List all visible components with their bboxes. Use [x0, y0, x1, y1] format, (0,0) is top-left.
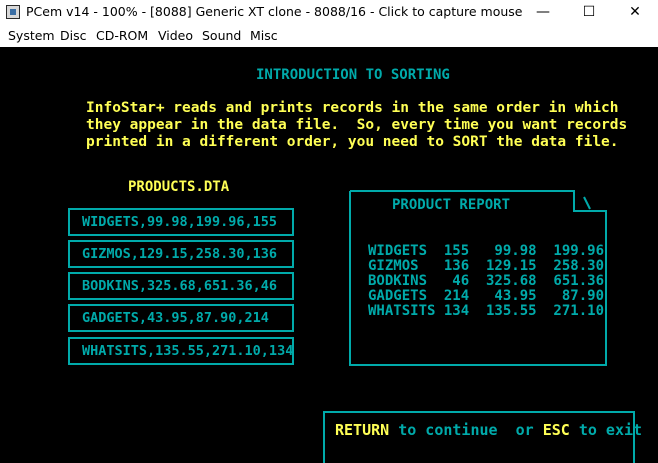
record-text: GADGETS,43.95,87.90,214: [82, 310, 269, 326]
report-row: GADGETS 214 43.95 87.90: [368, 288, 605, 304]
record-text: WIDGETS,99.98,199.96,155: [82, 214, 278, 230]
report-row: WIDGETS 155 99.98 199.96: [368, 243, 605, 259]
report-rows: WIDGETS 155 99.98 199.96 GIZMOS 136 129.1…: [368, 244, 604, 319]
window-title: PCem v14 - 100% - [8088] Generic XT clon…: [26, 4, 523, 19]
footer-instructions: RETURN to continue or ESC to exit: [335, 421, 642, 439]
record-text: WHATSITS,135.55,271.10,134: [82, 343, 294, 359]
intro-text: InfoStar+ reads and prints records in th…: [86, 100, 627, 151]
report-row: GIZMOS 136 129.15 258.30: [368, 258, 605, 274]
menu-disc[interactable]: Disc: [60, 28, 86, 43]
return-key[interactable]: RETURN: [335, 421, 389, 439]
record-box: GADGETS,43.95,87.90,214: [68, 304, 294, 332]
menu-system[interactable]: System: [8, 28, 55, 43]
menu-misc[interactable]: Misc: [250, 28, 278, 43]
title-bar: PCem v14 - 100% - [8088] Generic XT clon…: [0, 0, 658, 25]
record-text: BODKINS,325.68,651.36,46: [82, 278, 278, 294]
intro-line: they appear in the data file. So, every …: [86, 117, 628, 133]
maximize-button[interactable]: ☐: [566, 0, 612, 25]
menu-video[interactable]: Video: [158, 28, 193, 43]
report-row: BODKINS 46 325.68 651.36: [368, 273, 605, 289]
menu-bar: System Disc CD-ROM Video Sound Misc: [0, 25, 658, 46]
record-text: GIZMOS,129.15,258.30,136: [82, 246, 278, 262]
record-box: BODKINS,325.68,651.36,46: [68, 272, 294, 300]
screen-heading: INTRODUCTION TO SORTING: [256, 67, 450, 83]
record-box: GIZMOS,129.15,258.30,136: [68, 240, 294, 268]
app-icon: [6, 5, 20, 19]
minimize-button[interactable]: —: [520, 0, 566, 25]
esc-key[interactable]: ESC: [543, 421, 570, 439]
intro-line: InfoStar+ reads and prints records in th…: [86, 100, 619, 116]
report-row: WHATSITS 134 135.55 271.10: [368, 303, 605, 319]
emulator-screen[interactable]: INTRODUCTION TO SORTING InfoStar+ reads …: [0, 47, 658, 463]
intro-line: printed in a different order, you need t…: [86, 134, 619, 150]
product-report-page: PRODUCT REPORT WIDGETS 155 99.98 199.96 G…: [348, 189, 608, 367]
report-title: PRODUCT REPORT: [392, 197, 511, 213]
close-button[interactable]: ✕: [612, 0, 658, 25]
data-file-title: PRODUCTS.DTA: [128, 179, 230, 195]
footer-text: to exit: [569, 421, 643, 439]
record-box: WIDGETS,99.98,199.96,155: [68, 208, 294, 236]
record-box: WHATSITS,135.55,271.10,134: [68, 337, 294, 365]
menu-sound[interactable]: Sound: [202, 28, 241, 43]
footer-text: to continue or: [389, 421, 543, 439]
menu-cd-rom[interactable]: CD-ROM: [96, 28, 148, 43]
